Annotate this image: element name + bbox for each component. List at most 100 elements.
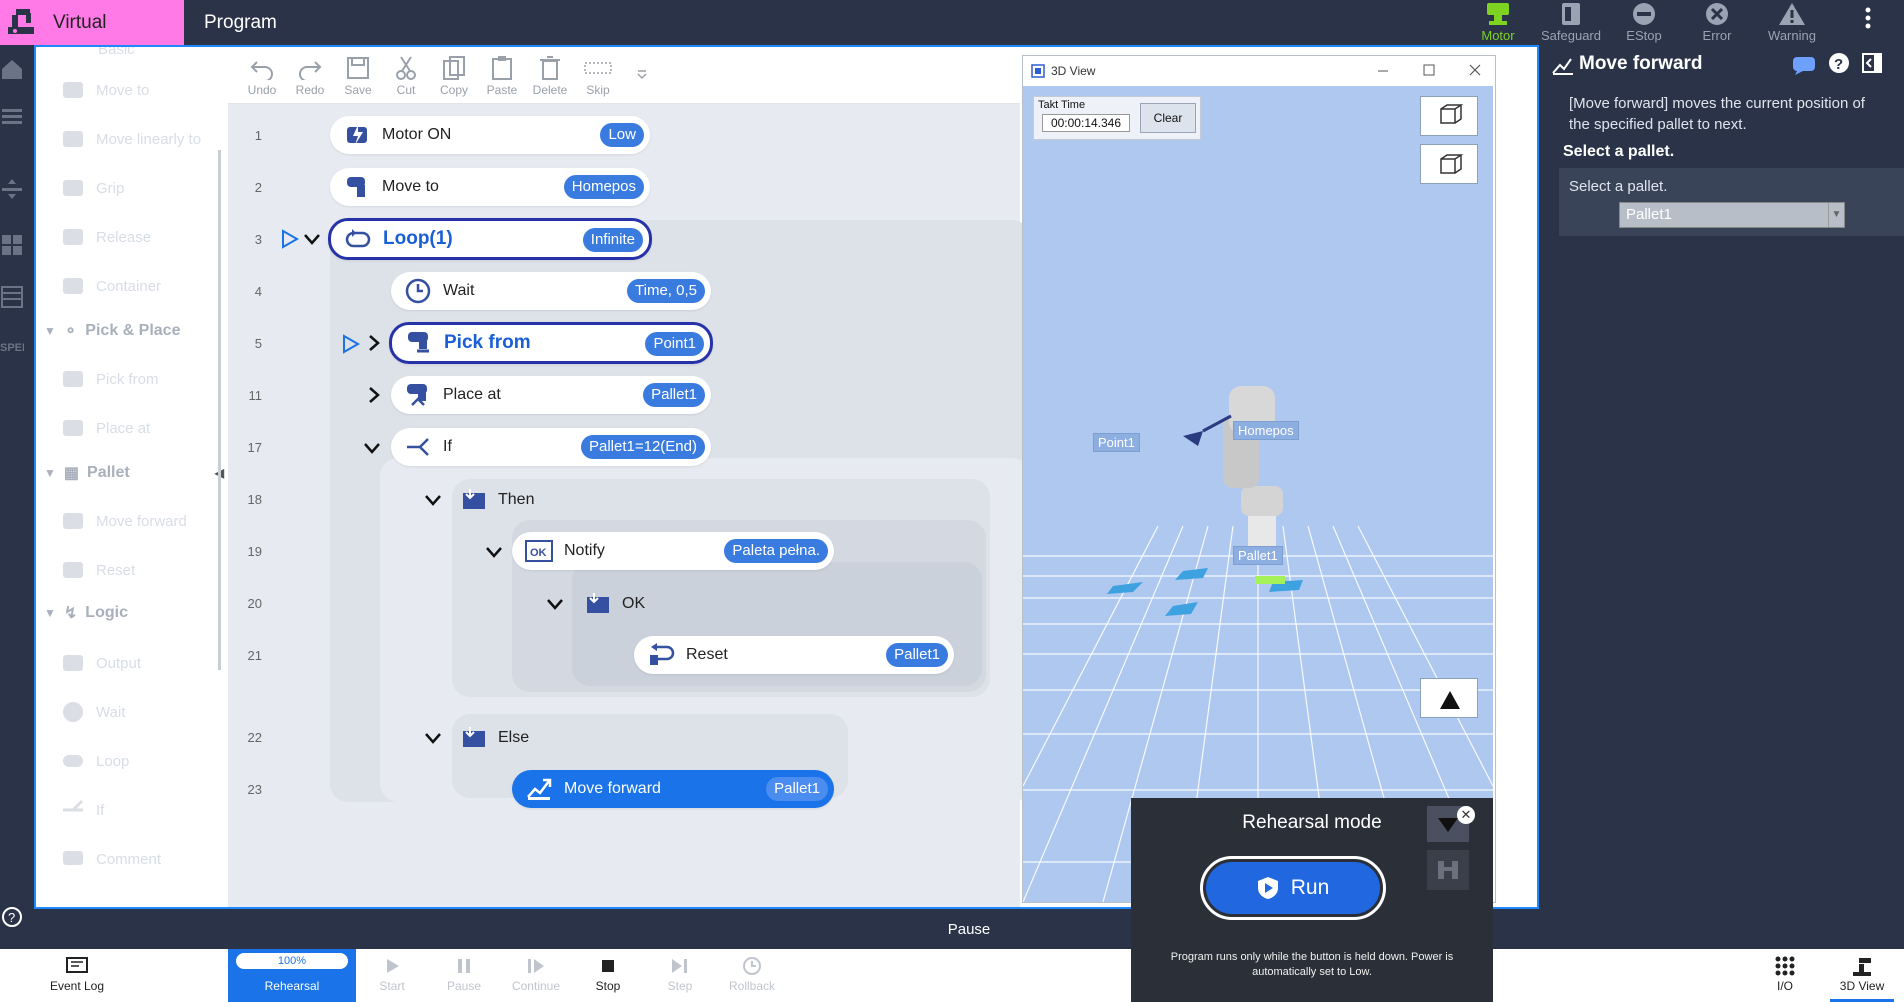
chevron-down-icon[interactable] — [485, 543, 503, 561]
status-warning[interactable]: Warning — [1757, 0, 1827, 45]
3d-view-titlebar[interactable]: 3D View — [1023, 56, 1495, 86]
block-param[interactable]: Infinite — [582, 228, 643, 252]
rollback-button[interactable]: Rollback — [720, 953, 784, 993]
chevron-down-icon[interactable] — [303, 230, 321, 248]
continue-button[interactable]: Continue — [504, 953, 568, 993]
close-icon[interactable] — [1467, 62, 1483, 78]
block-param[interactable]: Pallet1 — [643, 383, 705, 407]
jog-icon[interactable] — [0, 177, 24, 203]
palette-item-place-at[interactable]: Place at — [48, 406, 228, 450]
block-param[interactable]: Time, 0,5 — [627, 279, 705, 303]
delete-button[interactable]: Delete — [526, 53, 574, 97]
palette-item-container[interactable]: Container — [48, 264, 228, 308]
help-icon[interactable]: ? — [1827, 51, 1851, 75]
copy-button[interactable]: Copy — [430, 53, 478, 97]
help-icon[interactable]: ? — [0, 905, 24, 931]
palette-item-output[interactable]: Output — [48, 641, 228, 685]
palette-item-comment[interactable]: Comment — [48, 837, 228, 881]
block-if[interactable]: If Pallet1=12(End) — [391, 428, 711, 466]
chevron-down-icon[interactable] — [363, 439, 381, 457]
start-button[interactable]: Start — [360, 953, 424, 993]
palette-scrollbar[interactable] — [218, 150, 221, 670]
camera-up-icon[interactable] — [1420, 678, 1478, 718]
palette-item-loop[interactable]: Loop — [48, 739, 228, 783]
block-wait[interactable]: Wait Time, 0,5 — [391, 272, 711, 310]
minimize-icon[interactable] — [1375, 62, 1391, 78]
block-param[interactable]: Paleta pełna. — [724, 539, 828, 563]
palette-category-logic[interactable]: ▼ ↯ Logic — [44, 603, 128, 623]
maximize-icon[interactable] — [1421, 62, 1437, 78]
more-menu-icon[interactable] — [1858, 4, 1878, 40]
block-else[interactable]: Else — [460, 722, 529, 754]
palette-item-if[interactable]: If — [48, 788, 228, 832]
view-cube-front-icon[interactable] — [1420, 144, 1478, 184]
block-param[interactable]: Pallet1=12(End) — [581, 435, 705, 459]
chevron-down-icon[interactable] — [424, 491, 442, 509]
event-log-button[interactable]: Event Log — [45, 953, 109, 993]
palette-item-pick-from[interactable]: Pick from — [48, 357, 228, 401]
3d-viewport[interactable]: Point1 Homepos Pallet1 Takt Time 00:00:1… — [1023, 86, 1493, 902]
pause-button[interactable]: Pause — [432, 953, 496, 993]
mode-tab-virtual[interactable]: Virtual — [0, 0, 184, 45]
close-icon[interactable]: ✕ — [1457, 806, 1475, 824]
palette-category-pallet[interactable]: ▼▦Pallet◀ — [44, 463, 224, 483]
palette-item-grip[interactable]: Grip — [48, 166, 228, 210]
program-tab[interactable]: Program — [184, 0, 304, 45]
paste-button[interactable]: Paste — [478, 53, 526, 97]
redo-button[interactable]: Redo — [286, 53, 334, 97]
collapse-panel-icon[interactable] — [1861, 51, 1883, 75]
stop-button[interactable]: Stop — [576, 953, 640, 993]
comment-icon[interactable] — [1791, 53, 1817, 77]
palette-item-wait[interactable]: Wait — [48, 690, 228, 734]
block-move-forward[interactable]: Move forward Pallet1 — [512, 770, 834, 808]
step-button[interactable]: Step — [648, 953, 712, 993]
chevron-down-icon[interactable] — [546, 595, 564, 613]
pallet-dropdown[interactable]: Pallet1 ▼ — [1619, 202, 1845, 228]
gripper-icon[interactable] — [1427, 850, 1469, 890]
chevron-right-icon[interactable] — [365, 334, 383, 352]
block-param[interactable]: Homepos — [563, 175, 644, 199]
run-button[interactable]: Run — [1200, 856, 1386, 920]
list-icon[interactable] — [0, 105, 24, 131]
palette-category-pick-place[interactable]: ▼ ⚬ Pick & Place — [44, 321, 180, 341]
cut-button[interactable]: Cut — [382, 53, 430, 97]
status-motor[interactable]: Motor — [1463, 0, 1533, 45]
3d-view-button[interactable]: 3D View — [1830, 953, 1894, 1002]
block-param[interactable]: Point1 — [645, 332, 704, 356]
palette-item-reset[interactable]: Reset — [48, 548, 228, 592]
save-button[interactable]: Save — [334, 53, 382, 97]
skip-button[interactable]: Skip — [574, 53, 622, 97]
clear-button[interactable]: Clear — [1140, 103, 1196, 133]
block-move-to[interactable]: Move to Homepos — [330, 168, 650, 206]
block-ok[interactable]: OK — [584, 588, 645, 620]
block-pick-from[interactable]: Pick from Point1 — [389, 322, 713, 364]
block-motor-on[interactable]: Motor ON Low — [330, 116, 650, 154]
block-notify[interactable]: OK Notify Paleta pełna. — [512, 532, 834, 570]
palette-item-move-to[interactable]: Move to — [48, 68, 228, 112]
rehearsal-button[interactable]: 100% Rehearsal — [228, 949, 356, 1002]
grid-icon[interactable] — [0, 233, 24, 259]
speed-percent[interactable]: 100% — [236, 953, 348, 969]
block-param[interactable]: Pallet1 — [886, 643, 948, 667]
table-icon[interactable] — [0, 285, 24, 311]
chevron-right-icon[interactable] — [365, 386, 383, 404]
block-reset[interactable]: Reset Pallet1 — [634, 636, 954, 674]
home-icon[interactable] — [0, 57, 24, 83]
palette-item-release[interactable]: Release — [48, 215, 228, 259]
block-param[interactable]: Pallet1 — [766, 777, 828, 801]
block-param[interactable]: Low — [600, 123, 644, 147]
spel-icon[interactable]: SPEL — [0, 337, 24, 363]
3d-view-window[interactable]: 3D View Point1 Homepos Pallet1 Takt Time… — [1022, 55, 1496, 903]
chevron-down-icon[interactable] — [424, 729, 442, 747]
status-safeguard[interactable]: Safeguard — [1536, 0, 1606, 45]
io-button[interactable]: I/O — [1753, 953, 1817, 993]
status-error[interactable]: Error — [1682, 0, 1752, 45]
undo-button[interactable]: Undo — [238, 53, 286, 97]
view-cube-icon[interactable] — [1420, 96, 1478, 136]
block-loop[interactable]: Loop(1) Infinite — [328, 218, 652, 260]
block-place-at[interactable]: Place at Pallet1 — [391, 376, 711, 414]
block-then[interactable]: Then — [460, 484, 534, 516]
status-estop[interactable]: EStop — [1609, 0, 1679, 45]
toolbar-more-icon[interactable] — [618, 67, 666, 81]
palette-item-move-forward[interactable]: Move forward — [48, 499, 228, 543]
